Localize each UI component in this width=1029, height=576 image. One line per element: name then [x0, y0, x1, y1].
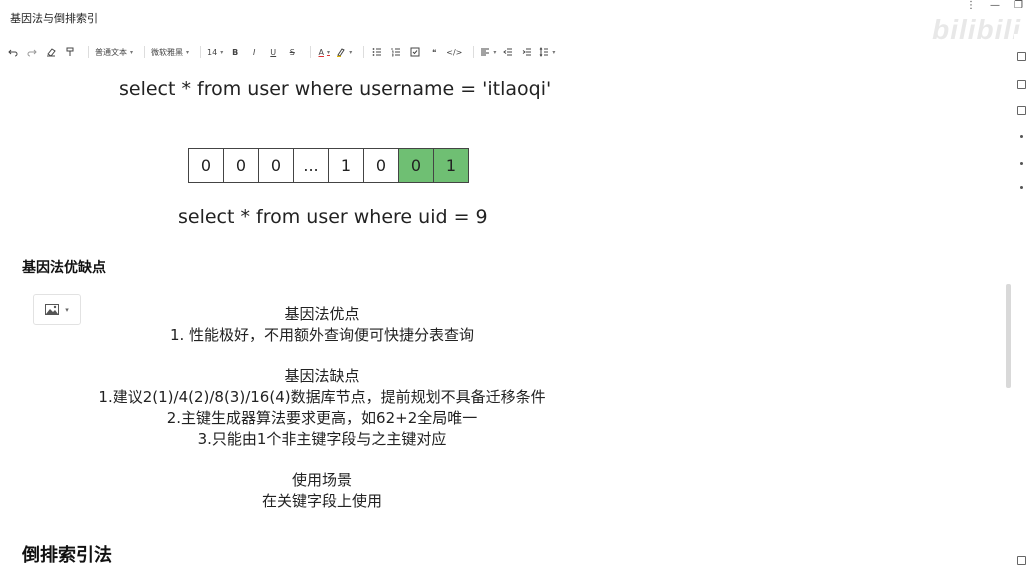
highlighter-icon[interactable]: [336, 44, 352, 60]
image-icon: [45, 304, 60, 315]
panel-icon[interactable]: [1017, 52, 1026, 61]
window-controls: ⋮ — ❐: [966, 0, 1023, 12]
align-left-icon[interactable]: [480, 44, 496, 60]
strikethrough-button[interactable]: S: [285, 44, 299, 60]
vertical-scrollbar[interactable]: [1006, 284, 1011, 388]
cons-item-3: 3.只能由1个非主键字段与之主键对应: [197, 430, 447, 448]
toolbar-divider: [88, 46, 89, 58]
minimize-icon[interactable]: —: [990, 0, 1000, 12]
cons-title: 基因法缺点: [284, 367, 360, 385]
font-family-select[interactable]: 微软雅黑: [151, 44, 189, 60]
right-side-rail: [1014, 34, 1029, 576]
indent-icon[interactable]: [520, 44, 534, 60]
document-icon[interactable]: [1017, 80, 1026, 89]
settings-icon[interactable]: [1017, 556, 1026, 565]
title-bar: 基因法与倒排索引 ⋮ — ❐ bilibili: [0, 0, 1029, 45]
quote-icon[interactable]: ❝: [427, 44, 441, 60]
restore-icon[interactable]: ❐: [1014, 0, 1023, 12]
bitmap-cell: 0: [224, 149, 259, 183]
dot-icon[interactable]: [1020, 162, 1023, 165]
heading-pros-cons: 基因法优缺点: [22, 260, 106, 276]
ordered-list-icon[interactable]: [389, 44, 403, 60]
document-content[interactable]: select * from user where username = 'itl…: [0, 64, 1006, 576]
paint-brush-icon[interactable]: [63, 44, 77, 60]
bitmap-cell: ...: [294, 149, 329, 183]
bitmap-cell: 1: [434, 149, 469, 183]
bitmap-cell: 0: [399, 149, 434, 183]
toolbar-divider: [144, 46, 146, 58]
eraser-icon[interactable]: [44, 44, 58, 60]
document-title: 基因法与倒排索引: [10, 12, 98, 25]
paragraph-style-select[interactable]: 普通文本: [95, 44, 133, 60]
italic-button[interactable]: I: [247, 44, 261, 60]
cons-item-1: 1.建议2(1)/4(2)/8(3)/16(4)数据库节点，提前规划不具备迁移条…: [98, 388, 546, 406]
bitmap-cell: 0: [364, 149, 399, 183]
copy-icon[interactable]: [1017, 106, 1026, 115]
checkbox-icon[interactable]: [408, 44, 422, 60]
dot-icon[interactable]: [1020, 186, 1023, 189]
usage-item-1: 在关键字段上使用: [261, 492, 382, 510]
toolbar-divider: [473, 46, 475, 58]
font-size-select[interactable]: 14: [207, 44, 223, 60]
line-height-icon[interactable]: [539, 44, 555, 60]
bullet-list-icon[interactable]: [370, 44, 384, 60]
pros-item-1: 1. 性能极好，不用额外查询便可快捷分表查询: [169, 326, 475, 344]
code-icon[interactable]: </>: [446, 44, 462, 60]
heading-inverted-index: 倒排索引法: [22, 545, 112, 566]
bitmap-cell: 1: [329, 149, 364, 183]
pros-cons-card: 基因法优点 1. 性能极好，不用额外查询便可快捷分表查询 基因法缺点 1.建议2…: [60, 304, 584, 512]
editor-toolbar: 普通文本 微软雅黑 14 B I U S A ❝ </>: [0, 42, 1010, 62]
more-menu-icon[interactable]: ⋮: [966, 0, 976, 12]
dot-icon[interactable]: [1020, 135, 1023, 138]
toolbar-divider: [363, 46, 365, 58]
toolbar-divider: [310, 46, 312, 58]
cons-item-2: 2.主键生成器算法要求更高，如62+2全局唯一: [166, 409, 478, 427]
sql-username-query: select * from user where username = 'itl…: [119, 78, 552, 100]
underline-button[interactable]: U: [266, 44, 280, 60]
bitmap-cell: 0: [259, 149, 294, 183]
gene-bitmap: 0 0 0... 1 0 0 1: [188, 148, 469, 183]
redo-icon[interactable]: [25, 44, 39, 60]
undo-icon[interactable]: [6, 44, 20, 60]
font-color-button[interactable]: A: [317, 44, 331, 60]
outdent-icon[interactable]: [501, 44, 515, 60]
sql-uid-query: select * from user where uid = 9: [178, 206, 488, 228]
bitmap-cell: 0: [189, 149, 224, 183]
usage-title: 使用场景: [291, 471, 352, 489]
pros-title: 基因法优点: [284, 305, 360, 323]
toolbar-divider: [200, 46, 202, 58]
bold-button[interactable]: B: [228, 44, 242, 60]
